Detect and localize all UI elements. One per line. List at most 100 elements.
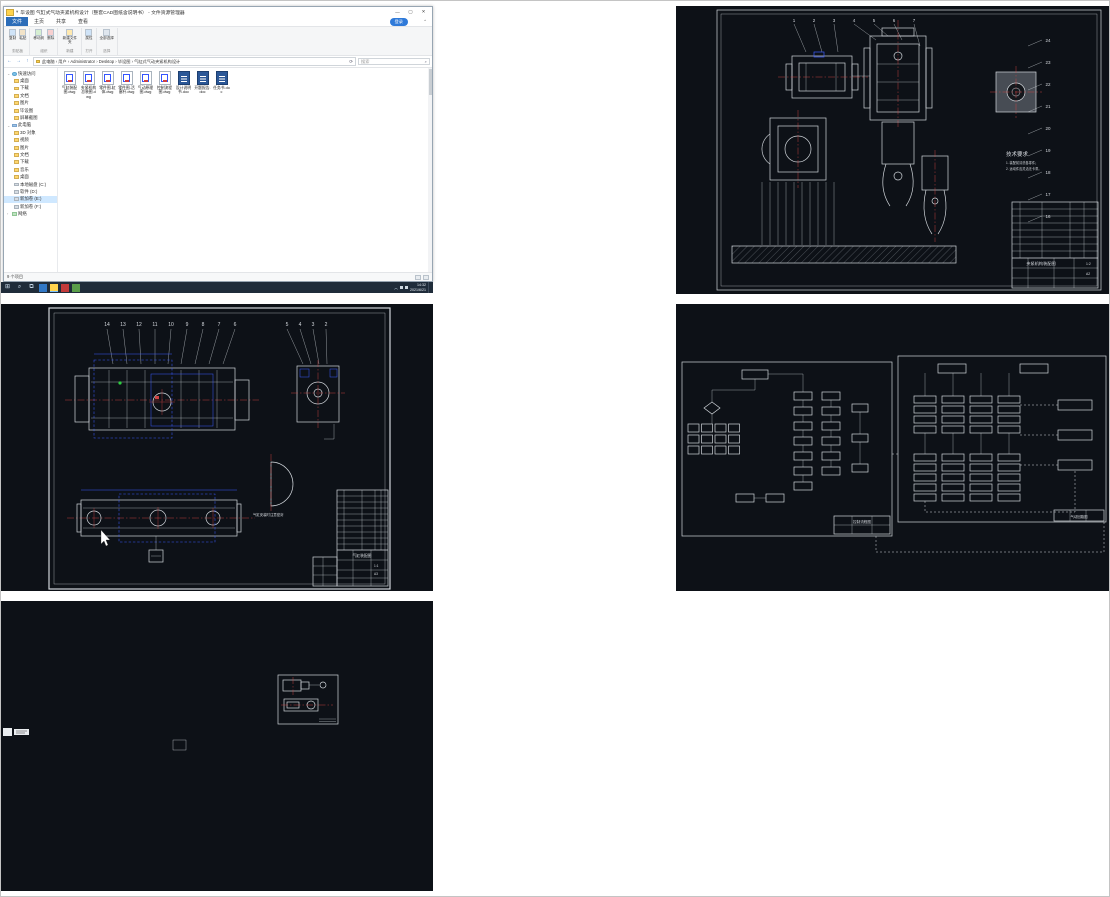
tab-view[interactable]: 查看 [72, 17, 94, 26]
file-item[interactable]: 夹紧机构总装图.dwg [80, 71, 97, 99]
refresh-icon[interactable]: ⟳ [349, 59, 353, 65]
sidebar-item-3d-objects[interactable]: 3D 对象 [4, 129, 57, 136]
details-view-button[interactable] [415, 275, 421, 280]
signin-button[interactable]: 登录 [390, 18, 408, 26]
scrollbar-thumb[interactable] [429, 69, 432, 95]
dwg-file-icon [159, 71, 171, 85]
svg-text:4: 4 [299, 322, 302, 328]
blank-sheet-canvas[interactable] [1, 601, 433, 891]
minimize-button[interactable]: — [391, 8, 404, 17]
forward-button[interactable]: → [15, 59, 22, 64]
svg-text:14: 14 [104, 322, 110, 328]
move-to-icon [35, 29, 42, 36]
cylinder-drawing-canvas[interactable]: 14 13 12 11 10 9 8 7 6 5 4 3 2 [1, 304, 433, 591]
sidebar-item-disk-e[interactable]: 新加卷 (E:) [4, 196, 57, 203]
flowchart-canvas[interactable]: 控制流程图 [676, 304, 1109, 591]
file-item[interactable]: 开题报告.doc [194, 71, 211, 99]
file-item[interactable]: 气缸装配图.dwg [61, 71, 78, 99]
title-bar[interactable]: ▾ 毕设图 气缸式气动夹紧机构设计（整套CAD图纸含说明书） - 文件资源管理器… [4, 7, 432, 17]
taskbar-app-autocad[interactable] [61, 284, 69, 292]
tray-network-icon[interactable] [400, 286, 403, 289]
sidebar-item-downloads[interactable]: 下载 [4, 85, 57, 92]
scrollbar[interactable] [428, 68, 432, 272]
svg-text:8: 8 [202, 322, 205, 328]
sidebar-item-screenshots[interactable]: 屏幕截图 [4, 114, 57, 121]
close-button[interactable]: ✕ [417, 8, 430, 17]
new-folder-button[interactable]: 新建文件夹 [61, 28, 78, 45]
file-item[interactable]: 零件图-活塞杆.dwg [118, 71, 135, 99]
sidebar-item-pictures-pc[interactable]: 图片 [4, 144, 57, 151]
status-bar: 9 个项目 [4, 272, 432, 281]
maximize-button[interactable]: ▢ [404, 8, 417, 17]
sidebar-section-quick-access[interactable]: 快速访问 [4, 70, 57, 77]
taskbar-app-explorer[interactable] [50, 284, 58, 292]
move-to-button[interactable]: 移动到 [33, 28, 44, 41]
search-taskbar-icon[interactable] [15, 282, 24, 293]
sidebar-item-downloads-pc[interactable]: 下载 [4, 159, 57, 166]
sidebar-item-documents-pc[interactable]: 文档 [4, 151, 57, 158]
taskbar-app-other[interactable] [72, 284, 80, 292]
start-button[interactable] [3, 282, 12, 293]
semicircle-detail-view [271, 454, 293, 512]
dwg-file-icon [121, 71, 133, 85]
sidebar-item-desktop-pc[interactable]: 桌面 [4, 173, 57, 180]
sidebar-item-disk-c[interactable]: 本地磁盘 (C:) [4, 181, 57, 188]
file-item[interactable]: 零件图-缸体.dwg [99, 71, 116, 99]
cad-assembly-drawing: 1 2 3 4 5 6 7 [676, 6, 1109, 294]
tab-file[interactable]: 文件 [6, 17, 28, 26]
chevron-down-icon[interactable] [7, 123, 11, 128]
sidebar-section-this-pc[interactable]: 此电脑 [4, 122, 57, 129]
sidebar-item-disk-d[interactable]: 软件 (D:) [4, 188, 57, 195]
system-tray: 14:32 2021/6/21 [394, 282, 431, 293]
sidebar-item-music[interactable]: 音乐 [4, 166, 57, 173]
tray-chevron-icon[interactable] [394, 285, 398, 291]
tab-home[interactable]: 主页 [28, 17, 50, 26]
selection-rectangle[interactable] [173, 740, 186, 750]
select-all-button[interactable]: 全部选择 [100, 28, 114, 41]
delete-button[interactable]: 删除 [47, 28, 54, 41]
address-bar[interactable]: 此电脑 › 用户 › Administrator › Desktop › 毕设图… [33, 57, 356, 66]
taskbar-app-browser[interactable] [39, 284, 47, 292]
svg-text:A2: A2 [1086, 272, 1090, 276]
folder-icon [14, 146, 19, 150]
sidebar-item-disk-f[interactable]: 新加卷 (F:) [4, 203, 57, 210]
task-view-icon[interactable] [27, 282, 36, 293]
disk-icon [14, 197, 19, 201]
svg-text:21: 21 [1045, 104, 1051, 109]
svg-text:1:1: 1:1 [374, 564, 379, 568]
computer-icon [12, 124, 17, 128]
properties-button[interactable]: 属性 [85, 28, 92, 41]
tray-volume-icon[interactable] [405, 286, 408, 289]
sidebar-item-desktop[interactable]: 桌面 [4, 77, 57, 84]
paste-button[interactable]: 粘贴 [19, 28, 26, 41]
hatched-base [732, 246, 956, 263]
file-item[interactable]: 控制流程图.dwg [156, 71, 173, 99]
search-box[interactable]: 搜索 [358, 58, 430, 65]
tab-share[interactable]: 共享 [50, 17, 72, 26]
up-button[interactable]: ↑ [24, 59, 31, 64]
file-item[interactable]: 气动原理图.dwg [137, 71, 154, 99]
ribbon-collapse-icon[interactable]: ⌃ [423, 19, 427, 25]
parts-list-and-title-block: 气缸装配图 1:1 A3 [313, 490, 388, 586]
ribbon-group-new: 新建文件夹 新建 [58, 28, 82, 55]
sidebar-section-network[interactable]: 网络 [4, 210, 57, 217]
back-button[interactable]: ← [6, 59, 13, 64]
assembly-drawing-canvas[interactable]: 1 2 3 4 5 6 7 [676, 6, 1109, 294]
sidebar-item-videos[interactable]: 视频 [4, 137, 57, 144]
file-item[interactable]: 设计说明书.doc [175, 71, 192, 99]
sidebar-item-project[interactable]: 毕设图 [4, 107, 57, 114]
ribbon-group-organize: 移动到 删除 组织 [30, 28, 58, 55]
sidebar-item-pictures[interactable]: 图片 [4, 100, 57, 107]
taskbar-clock[interactable]: 14:32 2021/6/21 [410, 283, 426, 292]
copy-button[interactable]: 复制 [9, 28, 16, 41]
show-desktop-button[interactable] [428, 282, 431, 293]
chevron-down-icon[interactable] [7, 71, 11, 76]
icons-view-button[interactable] [423, 275, 429, 280]
sidebar-item-documents[interactable]: 文档 [4, 92, 57, 99]
chevron-right-icon[interactable] [7, 212, 11, 216]
file-item[interactable]: 任务书.doc [213, 71, 230, 99]
support-lines [762, 182, 834, 245]
svg-text:7: 7 [218, 322, 221, 328]
svg-text:6: 6 [234, 322, 237, 328]
quick-access-toolbar[interactable]: ▾ [16, 9, 18, 15]
